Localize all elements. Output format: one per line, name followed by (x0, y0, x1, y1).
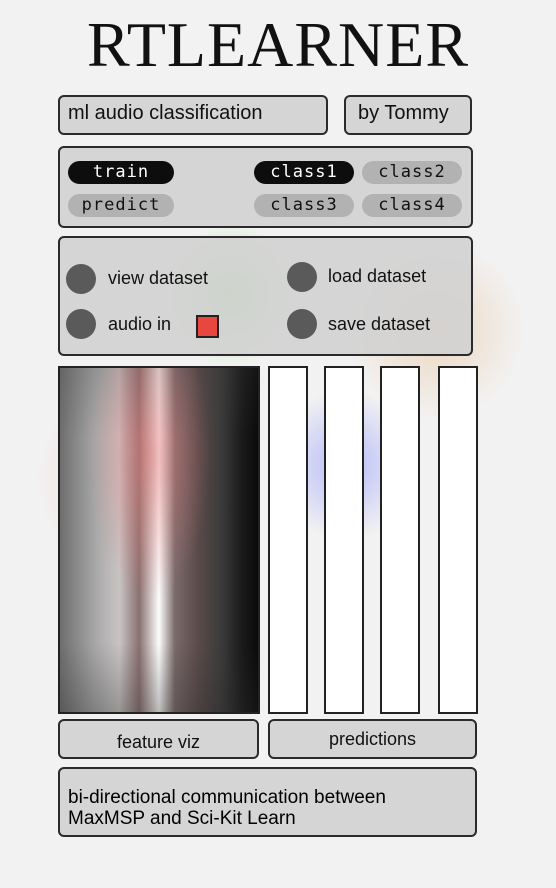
author-text: by Tommy (358, 102, 449, 124)
save-dataset-button[interactable] (287, 309, 317, 339)
view-dataset-button[interactable] (66, 264, 96, 294)
subtitle-text: ml audio classification (68, 102, 263, 124)
subtitle-panel: ml audio classification (58, 95, 328, 135)
prediction-bar-3 (380, 366, 420, 714)
prediction-bar-4 (438, 366, 478, 714)
author-panel: by Tommy (344, 95, 472, 135)
feature-viz-overlay (60, 368, 258, 712)
audio-in-button[interactable] (66, 309, 96, 339)
footer-text: bi-directional communication between Max… (68, 787, 386, 829)
feature-viz-label: feature viz (58, 719, 259, 759)
train-mode-button[interactable]: train (68, 161, 174, 184)
class2-button[interactable]: class2 (362, 161, 462, 184)
class4-button[interactable]: class4 (362, 194, 462, 217)
prediction-bar-1 (268, 366, 308, 714)
app-title: RTLEARNER (86, 9, 470, 80)
class3-button[interactable]: class3 (254, 194, 354, 217)
predict-mode-button[interactable]: predict (68, 194, 174, 217)
load-dataset-label: load dataset (328, 266, 427, 286)
audio-record-indicator[interactable] (196, 315, 219, 338)
prediction-bar-2 (324, 366, 364, 714)
footer-panel: bi-directional communication between Max… (58, 767, 477, 837)
predictions-label: predictions (268, 719, 477, 759)
view-dataset-label: view dataset (108, 268, 209, 288)
feature-visualization (58, 366, 260, 714)
save-dataset-label: save dataset (328, 314, 431, 334)
audio-in-label: audio in (108, 314, 172, 334)
dataset-panel: view dataset load dataset audio in save … (58, 236, 473, 356)
class1-button[interactable]: class1 (254, 161, 354, 184)
mode-panel: train predict class1 class2 class3 class… (58, 146, 473, 228)
load-dataset-button[interactable] (287, 262, 317, 292)
